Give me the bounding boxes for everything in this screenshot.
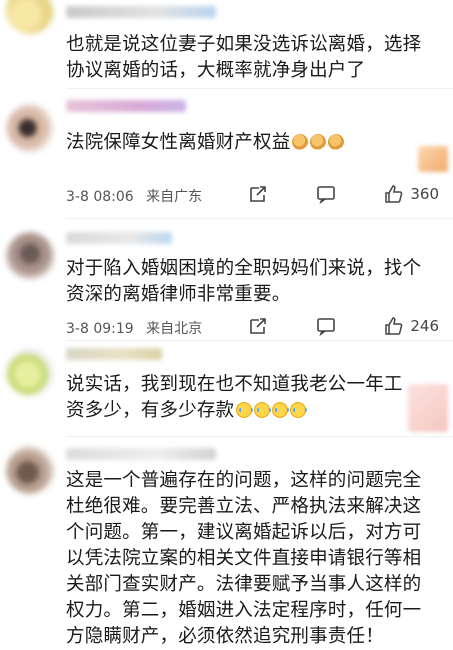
- badge-decoration: [418, 146, 448, 172]
- comment-text-line: 资深的离婚律师非常重要。: [66, 284, 291, 305]
- comment-icon[interactable]: [316, 184, 336, 204]
- crying-laughing-icon: [236, 402, 254, 418]
- thumbs-up-icon: [292, 134, 309, 150]
- thumbs-up-icon: [328, 134, 345, 150]
- share-icon[interactable]: [248, 316, 268, 336]
- crying-laughing-icon: [272, 402, 290, 418]
- divider: [66, 88, 453, 89]
- comment-text-line: 说实话，我到现在也不知道我老公一年工: [66, 374, 403, 395]
- comment-date: 3-8 08:06: [66, 189, 134, 205]
- like-count: 246: [410, 317, 439, 335]
- comment-text-line: 杜绝很难。要完善立法、严格执法来解决这: [66, 496, 422, 517]
- like-button[interactable]: 246: [384, 316, 439, 336]
- comment-location: 来自北京: [146, 321, 203, 337]
- share-icon[interactable]: [248, 184, 268, 204]
- username[interactable]: [66, 232, 172, 244]
- comment-text-line: 关部门查实财产。法律要赋予当事人这样的: [66, 574, 422, 595]
- comment-text-line: 个问题。第一，建议离婚起诉以后，对方可: [66, 522, 422, 543]
- like-button[interactable]: 360: [384, 184, 439, 204]
- username[interactable]: [66, 100, 186, 112]
- comment-meta: 3-8 08:06 来自广东: [66, 186, 210, 206]
- comment-item: 对于陷入婚姻困境的全职妈妈们来说，找个 资深的离婚律师非常重要。 3-8 09:…: [0, 222, 453, 341]
- crying-laughing-icon: [254, 402, 272, 418]
- comment-text: 法院保障女性离婚财产权益: [66, 130, 444, 156]
- comment-text: 这是一个普遍存在的问题，这样的问题完全 杜绝很难。要完善立法、严格执法来解决这 …: [66, 468, 444, 650]
- badge-decoration: [408, 384, 448, 432]
- username[interactable]: [66, 448, 216, 460]
- comment-actions: 360: [248, 184, 439, 204]
- thumbs-up-icon: [310, 134, 327, 150]
- comment-text: 说实话，我到现在也不知道我老公一年工 资多少，有多少存款: [66, 372, 444, 424]
- username[interactable]: [66, 348, 162, 360]
- avatar[interactable]: [6, 104, 54, 152]
- comment-text-span: 资多少，有多少存款: [66, 400, 235, 421]
- comment-text: 对于陷入婚姻困境的全职妈妈们来说，找个 资深的离婚律师非常重要。: [66, 256, 444, 308]
- like-count: 360: [410, 185, 439, 203]
- comment-item: 也就是说这位妻子如果没选诉讼离婚，选择 协议离婚的话，大概率就净身出户了: [0, 0, 453, 90]
- comment-text-line: 资多少，有多少存款: [66, 398, 444, 424]
- comment-item: 法院保障女性离婚财产权益 3-8 08:06 来自广东 360: [0, 92, 453, 219]
- crying-laughing-icon: [290, 402, 308, 418]
- avatar[interactable]: [6, 348, 54, 396]
- comment-location: 来自广东: [146, 189, 203, 205]
- comment-item: 这是一个普遍存在的问题，这样的问题完全 杜绝很难。要完善立法、严格执法来解决这 …: [0, 440, 453, 647]
- thumbs-up-icon: [385, 185, 403, 203]
- thumbs-up-icon: [385, 317, 403, 335]
- avatar[interactable]: [6, 232, 54, 280]
- comment-actions: 246: [248, 316, 439, 336]
- comment-text-line: 这是一个普遍存在的问题，这样的问题完全: [66, 470, 422, 491]
- comment-text-line: 协议离婚的话，大概率就净身出户了: [66, 60, 366, 81]
- avatar[interactable]: [6, 446, 54, 494]
- comment-text: 也就是说这位妻子如果没选诉讼离婚，选择 协议离婚的话，大概率就净身出户了: [66, 32, 444, 84]
- comment-text-line: 也就是说这位妻子如果没选诉讼离婚，选择: [66, 34, 422, 55]
- comment-meta: 3-8 09:19 来自北京: [66, 318, 210, 338]
- comment-text-line: 法院保障女性离婚财产权益: [66, 132, 291, 153]
- comment-text-line: 权力。第二，婚姻进入法定程序时，任何一: [66, 600, 422, 621]
- comment-text-line: 对于陷入婚姻困境的全职妈妈们来说，找个: [66, 258, 422, 279]
- comment-text-line: 以凭法院立案的相关文件直接申请银行等相: [66, 548, 422, 569]
- comment-item: 说实话，我到现在也不知道我老公一年工 资多少，有多少存款: [0, 340, 453, 437]
- username[interactable]: [66, 6, 216, 18]
- divider: [66, 436, 453, 437]
- avatar[interactable]: [6, 0, 54, 34]
- comment-date: 3-8 09:19: [66, 321, 134, 337]
- comment-text-line: 方隐瞒财产，必须依然追究刑事责任！: [66, 626, 384, 647]
- divider: [66, 218, 453, 219]
- comment-icon[interactable]: [316, 316, 336, 336]
